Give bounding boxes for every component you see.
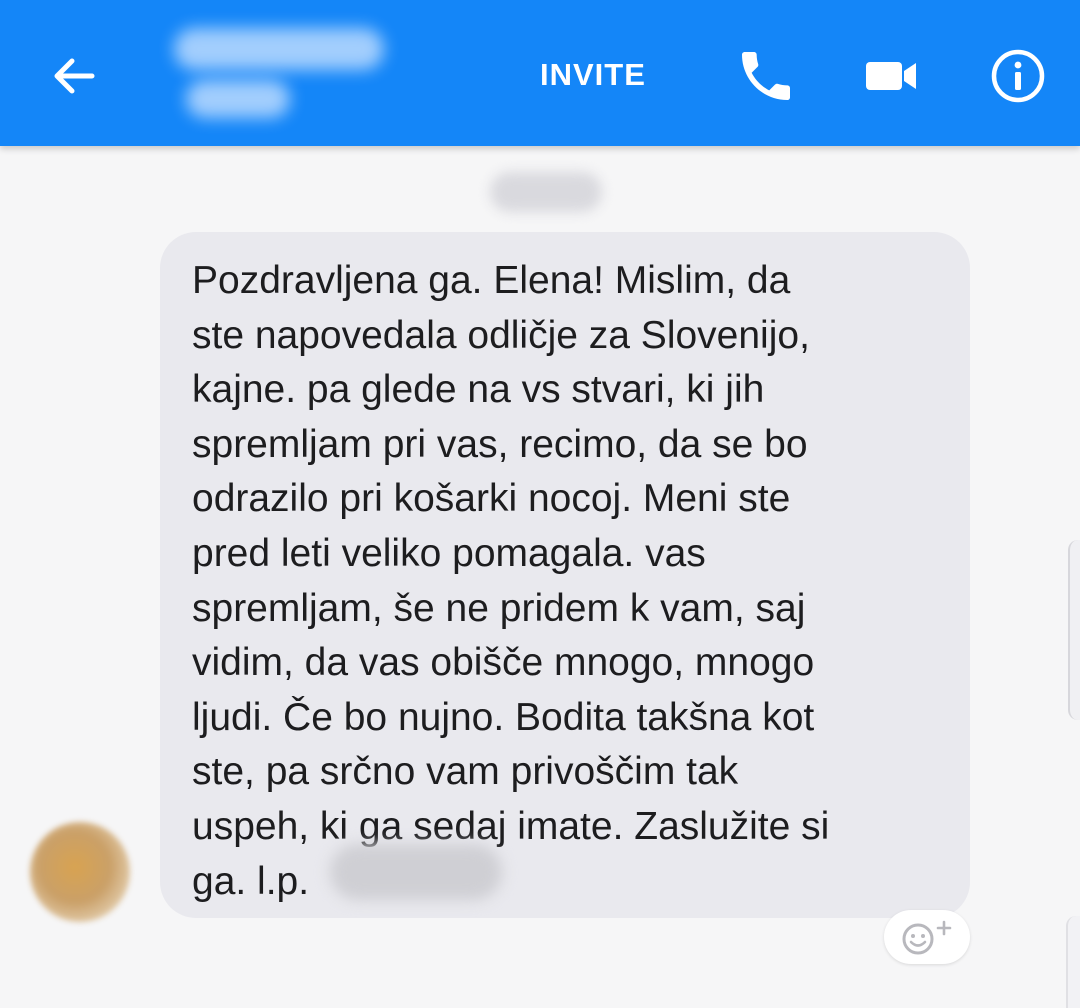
panel-edge [1066, 916, 1080, 1008]
message-line: vidim, da vas obišče mnogo, mnogo [192, 641, 815, 685]
add-reaction-button[interactable] [884, 910, 970, 964]
message-line: kajne. pa glede na vs stvari, ki jih [192, 368, 765, 412]
message-line: uspeh, ki ga sedaj imate. Zaslužite si [192, 804, 830, 848]
message-line: odrazilo pri košarki nocoj. Meni ste [192, 477, 791, 521]
contact-name-blur [174, 28, 384, 70]
contact-name[interactable] [170, 22, 390, 132]
back-button[interactable] [44, 46, 104, 106]
avatar[interactable] [30, 822, 130, 922]
message-line: Pozdravljena ga. Elena! Mislim, da [192, 259, 791, 302]
timestamp [490, 172, 602, 212]
phone-icon [742, 52, 790, 100]
message-line: ste, pa srčno vam privoščim tak [192, 750, 739, 794]
message-line: spremljam, še ne pridem k vam, saj [192, 586, 806, 630]
scrollbar-edge [1068, 540, 1080, 720]
add-reaction-icon [902, 920, 952, 955]
info-icon [991, 49, 1045, 103]
arrow-left-icon [54, 58, 95, 94]
message-line: pred leti veliko pomagala. vas [192, 531, 706, 575]
info-button[interactable] [986, 44, 1050, 108]
message-line: ga. l.p. [192, 859, 310, 903]
conversation-header: INVITE [0, 0, 1080, 146]
message-bubble[interactable]: Pozdravljena ga. Elena! Mislim, da ste n… [160, 232, 970, 918]
invite-button[interactable]: INVITE [540, 52, 646, 98]
message-line: ste napovedala odličje za Slovenijo, [192, 313, 810, 357]
call-button[interactable] [734, 44, 798, 108]
video-call-button[interactable] [860, 44, 924, 108]
message-line: ljudi. Če bo nujno. Bodita takšna kot [192, 695, 815, 739]
video-camera-icon [866, 62, 916, 90]
contact-status-blur [186, 80, 290, 118]
message-text: Pozdravljena ga. Elena! Mislim, da ste n… [192, 254, 952, 909]
redacted-signature [330, 844, 502, 900]
message-line: spremljam pri vas, recimo, da se bo [192, 422, 808, 466]
